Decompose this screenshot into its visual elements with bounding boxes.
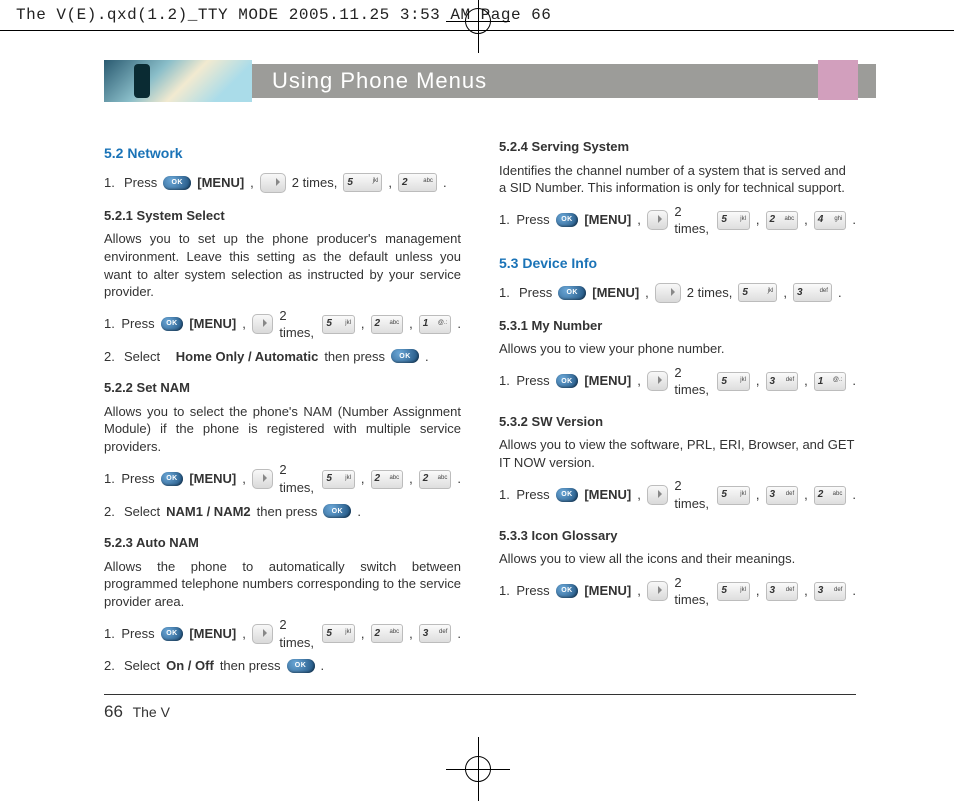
section-5-3-title: 5.3 Device Info [499,254,856,273]
section-5-2-3-title: 5.2.3 Auto NAM [104,534,461,552]
section-5-2-1-title: 5.2.1 System Select [104,207,461,225]
ok-icon: OK [391,349,419,363]
section-5-2-4-body: Identifies the channel number of a syste… [499,162,856,197]
section-5-2-2-title: 5.2.2 Set NAM [104,379,461,397]
ok-icon: OK [556,488,579,502]
ok-icon: OK [558,286,586,300]
key-5: 5jkl [717,486,750,505]
nav-right-icon [647,210,668,230]
key-3: 3def [419,624,452,643]
ok-icon: OK [287,659,315,673]
step-5-3: 1. Press OK [MENU], 2 times, 5jkl, 3def. [499,283,856,303]
section-5-3-2-title: 5.3.2 SW Version [499,413,856,431]
key-5: 5jkl [322,470,355,489]
step-5-2-2-a: 1. Press OK [MENU], 2 times, 5jkl, 2abc,… [104,461,461,496]
step-5-2-1-a: 1. Press OK [MENU], 2 times, 5jkl, 2abc,… [104,307,461,342]
nav-right-icon [260,173,286,193]
ok-icon: OK [556,584,579,598]
key-2: 2abc [371,470,404,489]
section-5-2-4-title: 5.2.4 Serving System [499,138,856,156]
key-3: 3def [766,486,799,505]
ok-icon: OK [161,627,184,641]
section-5-2-1-body: Allows you to set up the phone producer'… [104,230,461,300]
t: [MENU] [197,174,244,192]
step-5-2-2-b: 2. Select NAM1 / NAM2 then press OK. [104,503,461,521]
key-2: 2abc [766,211,799,230]
key-5: 5jkl [343,173,382,192]
section-5-3-2-body: Allows you to view the software, PRL, ER… [499,436,856,471]
ok-icon: OK [163,176,191,190]
ok-icon: OK [556,374,579,388]
nav-right-icon [655,283,681,303]
content-columns: 5.2 Network 1. Press OK [MENU], 2 times,… [104,138,856,681]
nav-right-icon [647,485,668,505]
registration-mark-top [465,8,491,34]
t: 2 times, [292,174,338,192]
column-left: 5.2 Network 1. Press OK [MENU], 2 times,… [104,138,461,681]
ok-icon: OK [323,504,351,518]
step-5-2-3-a: 1. Press OK [MENU], 2 times, 5jkl, 2abc,… [104,616,461,651]
key-5: 5jkl [738,283,777,302]
key-2: 2abc [419,470,452,489]
page-body: Using Phone Menus 5.2 Network 1. Press O… [104,60,856,681]
footer-rule [104,694,856,695]
chapter-title: Using Phone Menus [252,64,876,98]
page-footer: 66 The V [104,702,170,722]
key-5: 5jkl [322,624,355,643]
chapter-accent [818,60,858,100]
step-5-3-2: 1. Press OK [MENU], 2 times, 5jkl, 3def,… [499,477,856,512]
key-3: 3def [766,582,799,601]
key-5: 5jkl [717,582,750,601]
page-number: 66 [104,702,123,721]
t: Press [124,174,157,192]
chapter-header: Using Phone Menus [104,60,856,110]
step-5-2-3-b: 2. Select On / Off then press OK. [104,657,461,675]
nav-right-icon [252,624,273,644]
key-5: 5jkl [717,372,750,391]
book-title: The V [133,704,170,720]
ok-icon: OK [161,317,184,331]
key-4: 4ghi [814,211,847,230]
step-5-2-4: 1. Press OK [MENU], 2 times, 5jkl, 2abc,… [499,203,856,238]
nav-right-icon [647,581,668,601]
ok-icon: OK [556,213,579,227]
section-5-2-2-body: Allows you to select the phone's NAM (Nu… [104,403,461,456]
section-5-2-3-body: Allows the phone to automatically switch… [104,558,461,611]
chapter-photo [104,60,252,102]
key-2: 2abc [814,486,847,505]
section-5-3-1-body: Allows you to view your phone number. [499,340,856,358]
nav-right-icon [647,371,668,391]
nav-right-icon [252,314,273,334]
section-5-3-3-title: 5.3.3 Icon Glossary [499,527,856,545]
step-5-3-3: 1. Press OK [MENU], 2 times, 5jkl, 3def,… [499,574,856,609]
section-5-3-1-title: 5.3.1 My Number [499,317,856,335]
key-1: 1@.: [419,315,452,334]
section-5-3-3-body: Allows you to view all the icons and the… [499,550,856,568]
section-5-2-title: 5.2 Network [104,144,461,163]
key-5: 5jkl [322,315,355,334]
key-3: 3def [766,372,799,391]
step-5-2-1-b: 2. Select Home Only / Automatic then pre… [104,348,461,366]
ok-icon: OK [161,472,184,486]
key-5: 5jkl [717,211,750,230]
column-right: 5.2.4 Serving System Identifies the chan… [499,138,856,681]
key-1: 1@.: [814,372,847,391]
registration-mark-bottom [465,756,491,782]
step-5-3-1: 1. Press OK [MENU], 2 times, 5jkl, 3def,… [499,364,856,399]
key-2: 2abc [371,315,404,334]
key-3: 3def [814,582,847,601]
key-3: 3def [793,283,832,302]
nav-right-icon [252,469,273,489]
key-2: 2abc [398,173,437,192]
step-5-2: 1. Press OK [MENU], 2 times, 5jkl, 2abc. [104,173,461,193]
key-2: 2abc [371,624,404,643]
